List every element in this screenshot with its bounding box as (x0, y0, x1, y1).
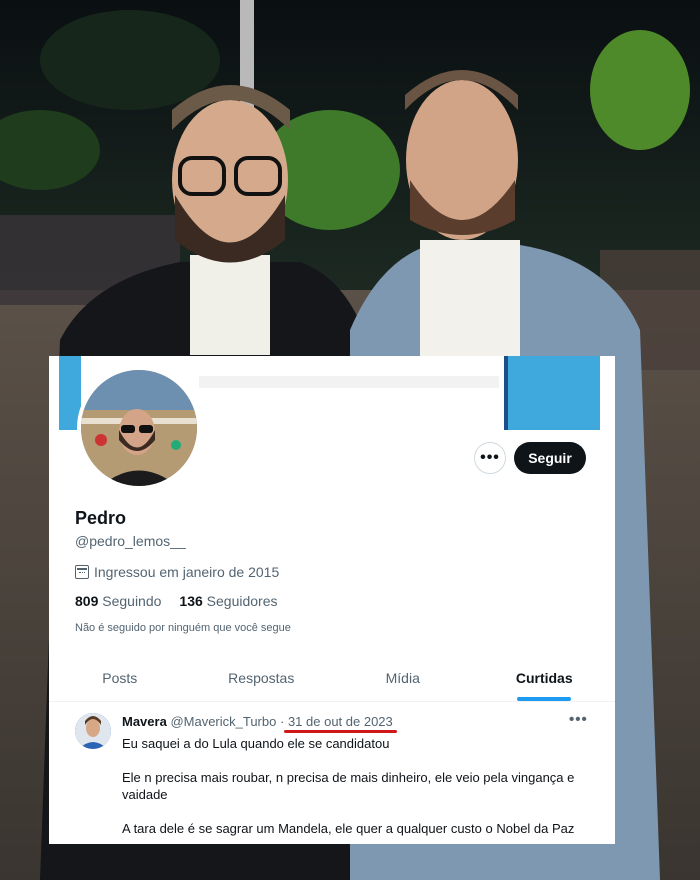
profile-card: ••• Seguir Pedro @pedro_lemos__ Ingresso… (49, 356, 615, 844)
following-link[interactable]: 809 Seguindo (75, 593, 161, 609)
tweet-card[interactable]: Mavera @Maverick_Turbo · 31 de out de 20… (49, 703, 615, 844)
tweet-date[interactable]: 31 de out de 2023 (288, 714, 393, 729)
tweet-separator: · (279, 714, 285, 729)
following-count: 809 (75, 593, 99, 609)
calendar-icon (75, 565, 89, 579)
followers-count: 136 (179, 593, 203, 609)
profile-handle: @pedro_lemos__ (75, 533, 186, 549)
tweet-paragraph: Ele n precisa mais roubar, n precisa de … (122, 770, 575, 802)
tweet-paragraph: Eu saquei a do Lula quando ele se candid… (122, 736, 390, 751)
tab-posts[interactable]: Posts (49, 656, 191, 701)
tweet-text: Eu saquei a do Lula quando ele se candid… (122, 735, 602, 844)
tweet-header: Mavera @Maverick_Turbo · 31 de out de 20… (122, 714, 393, 729)
tab-likes[interactable]: Curtidas (474, 656, 616, 701)
followers-link[interactable]: 136 Seguidores (179, 593, 277, 609)
tweet-author-handle[interactable]: @Maverick_Turbo (170, 714, 276, 729)
tab-replies[interactable]: Respostas (191, 656, 333, 701)
profile-name: Pedro (75, 508, 127, 528)
tweet-paragraph: A tara dele é se sagrar um Mandela, ele … (122, 821, 575, 836)
tweet-more-button[interactable]: ••• (569, 711, 588, 728)
tweet-author-avatar[interactable] (75, 713, 111, 749)
more-options-button[interactable]: ••• (474, 442, 506, 474)
tab-media[interactable]: Mídia (332, 656, 474, 701)
joined-date: Ingressou em janeiro de 2015 (75, 564, 279, 580)
profile-avatar[interactable] (77, 366, 201, 490)
followers-label: Seguidores (206, 593, 278, 609)
not-followed-note: Não é seguido por ninguém que você segue (75, 622, 291, 634)
tweet-author-name[interactable]: Mavera (122, 714, 167, 729)
following-label: Seguindo (102, 593, 162, 609)
follow-stats: 809 Seguindo 136 Seguidores (75, 593, 278, 609)
joined-text: Ingressou em janeiro de 2015 (94, 564, 280, 580)
profile-tabs: Posts Respostas Mídia Curtidas (49, 656, 615, 702)
follow-button[interactable]: Seguir (514, 442, 586, 474)
